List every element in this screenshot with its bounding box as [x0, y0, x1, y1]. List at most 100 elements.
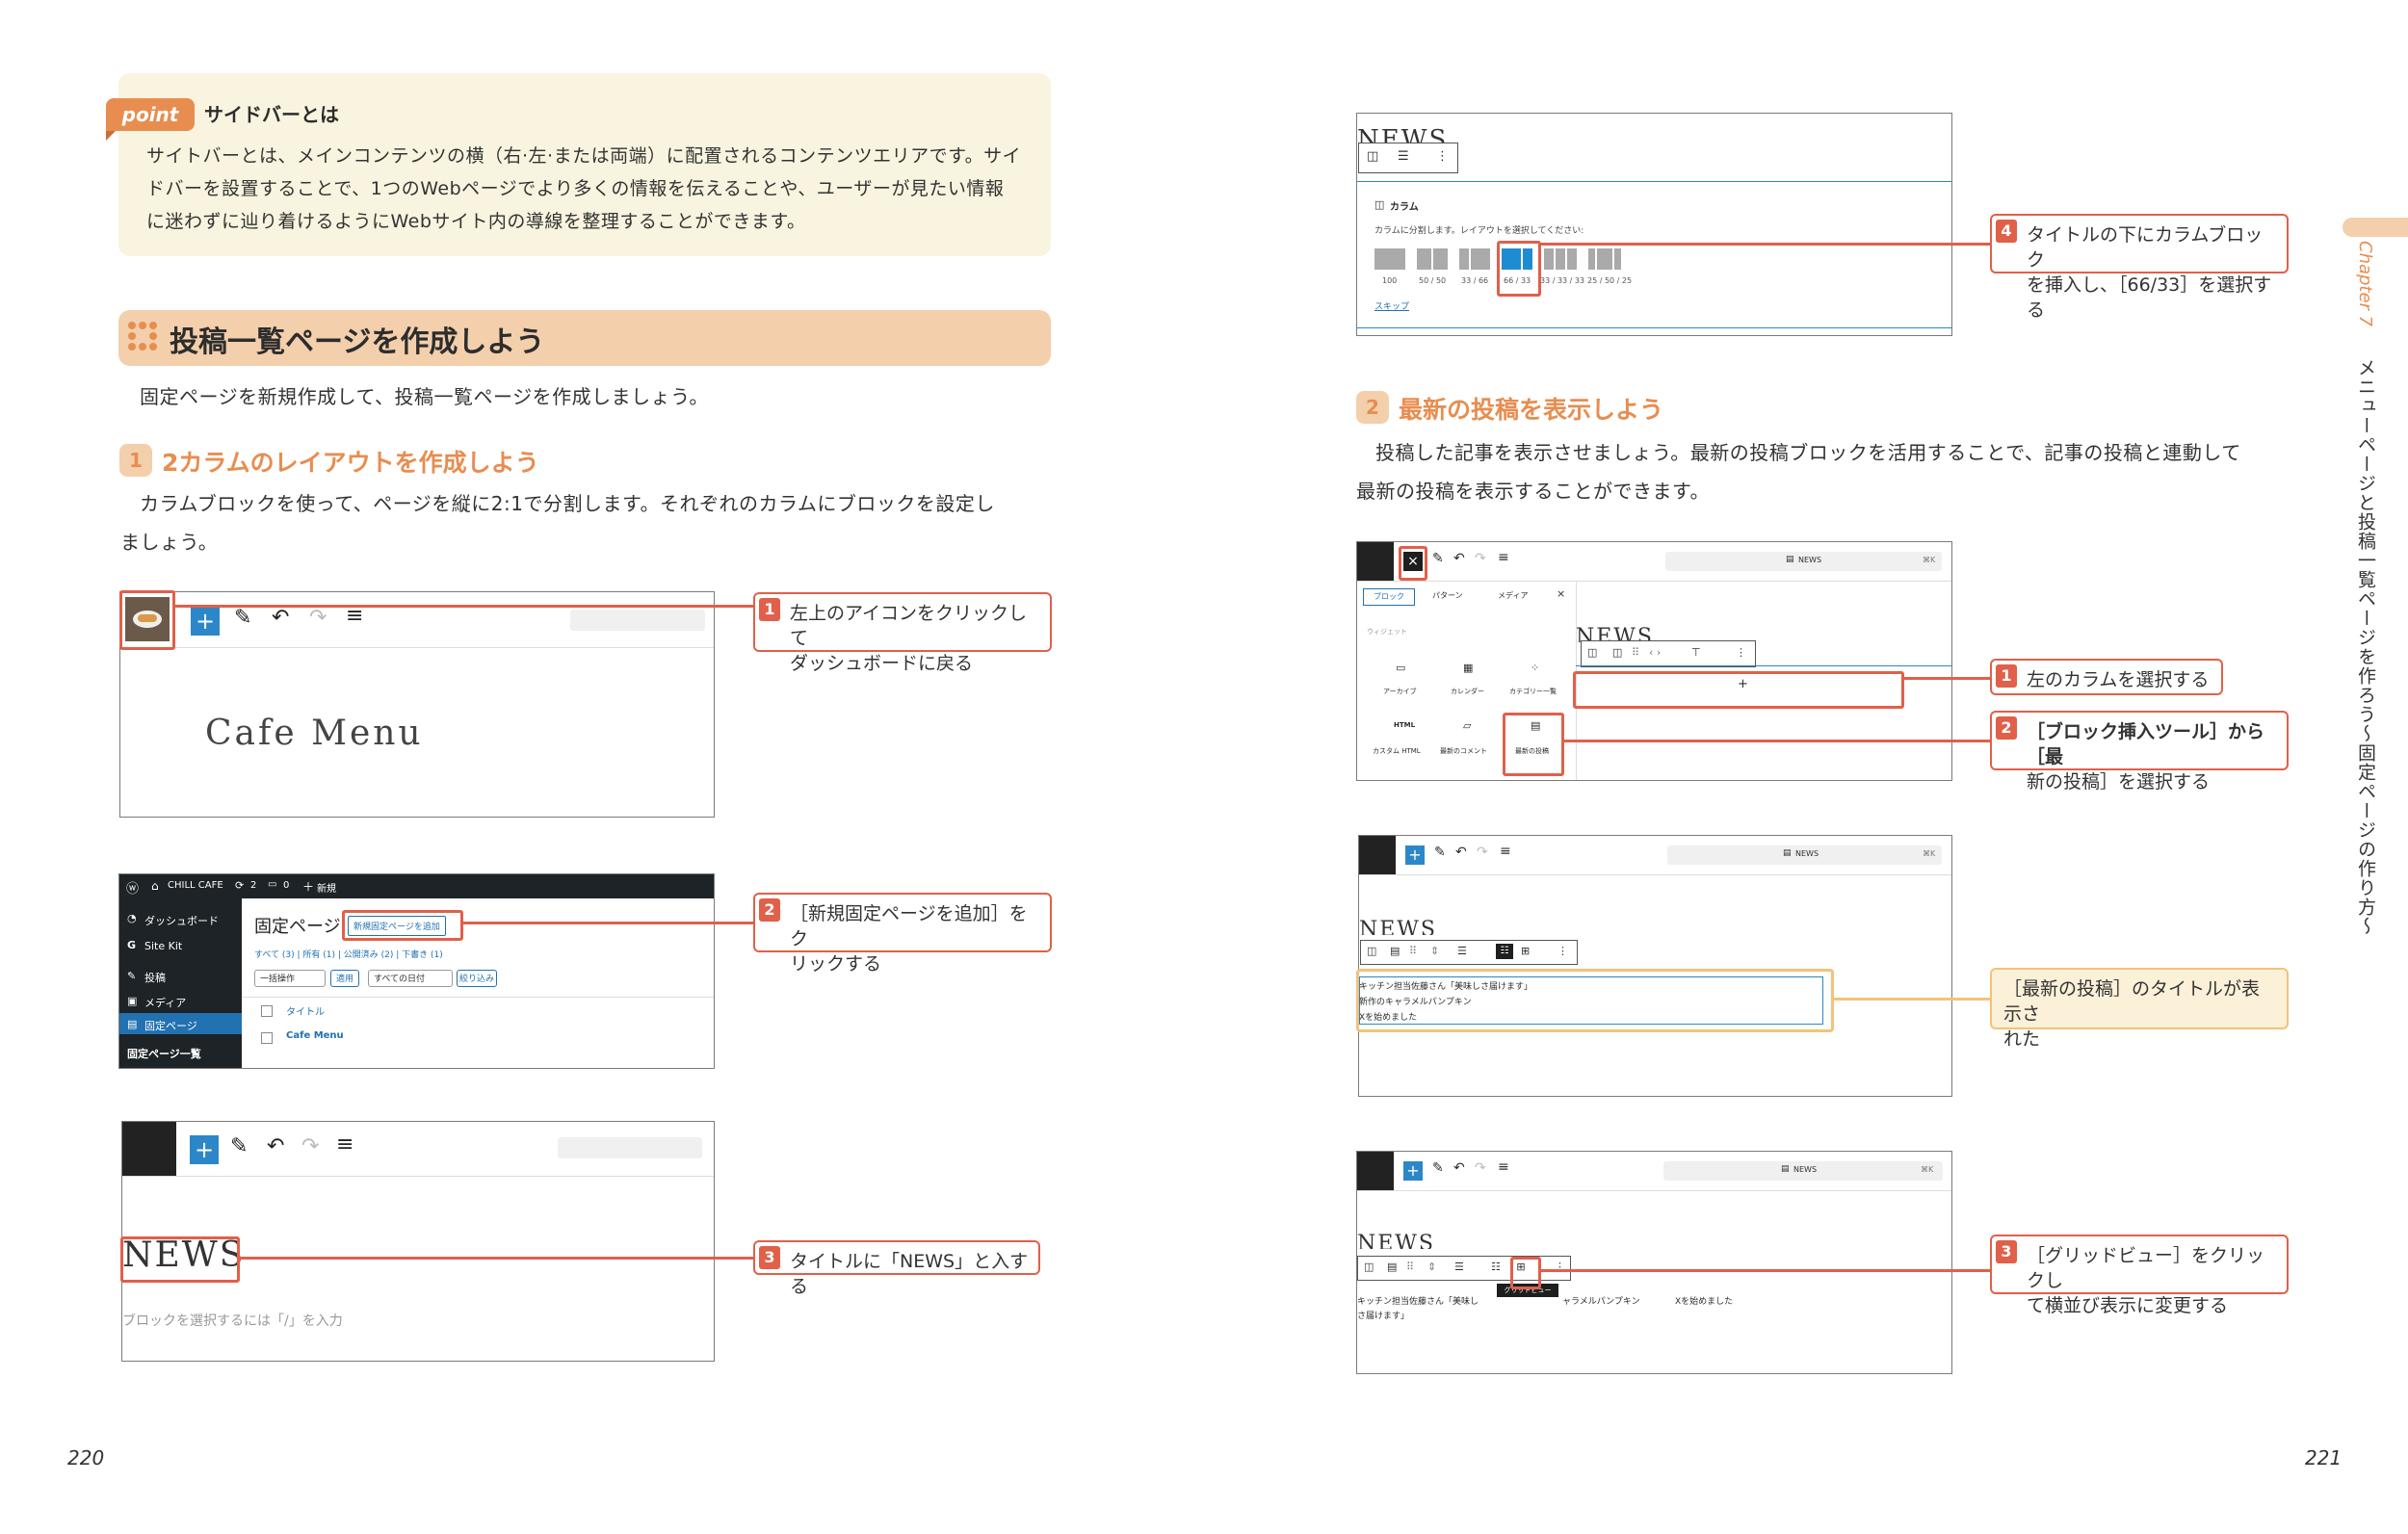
redo-icon[interactable]: ↷	[309, 606, 327, 630]
add-block-button[interactable]: +	[191, 607, 220, 636]
block-calendar[interactable]: カレンダー	[1451, 687, 1484, 696]
grid-post-item[interactable]: ャラメルパンプキン	[1562, 1294, 1640, 1307]
add-block-button[interactable]: +	[190, 1135, 219, 1164]
site-icon[interactable]	[122, 1122, 176, 1176]
pencil-icon[interactable]: ✎	[1432, 551, 1444, 566]
layout-33x3-c[interactable]	[1567, 248, 1577, 270]
add-block-button[interactable]: +	[1405, 845, 1425, 865]
document-bar[interactable]	[570, 610, 705, 631]
drag-icon[interactable]: ⠿	[1632, 646, 1639, 659]
redo-icon[interactable]: ↷	[1475, 1160, 1486, 1176]
list-view-button[interactable]: ☷	[1496, 944, 1513, 959]
filter-button[interactable]: 絞り込み	[457, 970, 497, 987]
layout-100[interactable]	[1374, 248, 1405, 270]
pencil-icon[interactable]: ✎	[1434, 845, 1446, 860]
document-bar[interactable]	[558, 1137, 702, 1158]
undo-icon[interactable]: ↶	[272, 606, 289, 630]
layout-33x3-a[interactable]	[1544, 248, 1554, 270]
bulk-actions-select[interactable]: 一括操作	[254, 970, 326, 987]
layout-25-50-25-b[interactable]	[1597, 248, 1612, 270]
document-title[interactable]: NEWS	[1795, 849, 1819, 858]
pencil-icon[interactable]: ✎	[1432, 1160, 1444, 1176]
page-title[interactable]: Cafe Menu	[205, 714, 424, 753]
skip-link[interactable]: スキップ	[1374, 299, 1409, 312]
updates-icon[interactable]: ⟳	[235, 879, 244, 892]
tab-media[interactable]: メディア	[1498, 590, 1528, 601]
menu-sitekit[interactable]: Site Kit	[144, 940, 182, 952]
plus-icon[interactable]: ＋	[302, 878, 314, 895]
list-view-icon[interactable]: ≡	[1500, 844, 1511, 859]
more-icon[interactable]: ⋮	[1436, 149, 1449, 164]
comment-count[interactable]: 2	[250, 880, 256, 891]
more-icon[interactable]: ⋮	[1557, 945, 1568, 957]
undo-icon[interactable]: ↶	[1453, 551, 1465, 566]
block-latest-comments[interactable]: 最新のコメント	[1440, 746, 1487, 756]
block-archive[interactable]: アーカイブ	[1383, 687, 1417, 696]
grid-post-item[interactable]: さ届けます」	[1357, 1309, 1409, 1321]
block-custom-html[interactable]: カスタム HTML	[1373, 746, 1421, 756]
home-icon[interactable]: ⌂	[151, 879, 159, 893]
list-view-icon[interactable]: ≡	[1498, 1159, 1509, 1175]
status-filters[interactable]: すべて (3) | 所有 (1) | 公開済み (2) | 下書き (1)	[254, 948, 443, 960]
update-count[interactable]: 0	[283, 880, 289, 891]
layout-50-50-a[interactable]	[1417, 248, 1431, 270]
column-title[interactable]: タイトル	[286, 1003, 325, 1018]
pencil-icon[interactable]: ✎	[230, 1134, 248, 1158]
menu-all-pages[interactable]: 固定ページ一覧	[127, 1046, 201, 1061]
align-top-icon[interactable]: ⊤	[1691, 646, 1701, 659]
layout-33-66-b[interactable]	[1471, 248, 1490, 270]
grid-post-item[interactable]: Xを始めました	[1675, 1294, 1733, 1307]
menu-dashboard[interactable]: ダッシュボード	[144, 913, 219, 928]
menu-pages[interactable]: 固定ページ	[144, 1018, 197, 1033]
align-icon[interactable]: ☰	[1454, 1261, 1464, 1273]
block-categories[interactable]: カテゴリー一覧	[1509, 687, 1557, 696]
layout-33x3-b[interactable]	[1556, 248, 1565, 270]
column-icon[interactable]: ◫	[1367, 945, 1376, 957]
latest-posts-icon[interactable]: ▤	[1390, 945, 1400, 957]
new-link[interactable]: 新規	[317, 880, 336, 895]
close-icon[interactable]: ×	[1557, 587, 1565, 600]
drag-icon[interactable]: ⠿	[1409, 945, 1417, 957]
site-name[interactable]: CHILL CAFE	[168, 880, 223, 891]
pencil-icon[interactable]: ✎	[234, 606, 251, 630]
column-icon[interactable]: ◫	[1364, 1261, 1374, 1273]
layout-50-50-b[interactable]	[1433, 248, 1448, 270]
layout-33-66-a[interactable]	[1459, 248, 1469, 270]
move-icon[interactable]: ‹ ›	[1649, 646, 1661, 659]
column-icon[interactable]: ◫	[1587, 646, 1597, 659]
latest-posts-icon[interactable]: ▤	[1387, 1261, 1397, 1273]
columns-icon[interactable]: ◫	[1367, 149, 1378, 164]
move-icon[interactable]: ⇕	[1427, 1261, 1436, 1273]
menu-posts[interactable]: 投稿	[144, 970, 166, 985]
align-icon[interactable]: ☰	[1398, 149, 1409, 164]
site-icon[interactable]	[1359, 836, 1396, 874]
comment-icon[interactable]: ▭	[268, 879, 276, 890]
redo-icon[interactable]: ↷	[1475, 551, 1486, 566]
grid-view-icon[interactable]: ⊞	[1521, 945, 1530, 957]
undo-icon[interactable]: ↶	[267, 1134, 284, 1158]
apply-button[interactable]: 適用	[330, 970, 359, 987]
wordpress-icon[interactable]: ⓦ	[126, 878, 139, 897]
grid-post-item[interactable]: キッチン担当佐藤さん「美味し	[1357, 1294, 1479, 1307]
drag-icon[interactable]: ⠿	[1406, 1261, 1414, 1273]
columns-icon[interactable]: ◫	[1612, 646, 1622, 659]
list-view-icon[interactable]: ≡	[1498, 550, 1509, 565]
tab-patterns[interactable]: パターン	[1432, 590, 1463, 601]
tab-blocks[interactable]: ブロック	[1363, 588, 1415, 606]
list-view-button[interactable]: ☷	[1491, 1261, 1501, 1273]
row-checkbox[interactable]	[261, 1032, 273, 1044]
row-title-link[interactable]: Cafe Menu	[286, 1030, 344, 1041]
block-placeholder[interactable]: ブロックを選択するには「/」を入力	[122, 1311, 343, 1330]
select-all-checkbox[interactable]	[261, 1005, 273, 1017]
move-icon[interactable]: ⇕	[1430, 945, 1439, 957]
site-icon[interactable]	[1357, 542, 1394, 581]
layout-25-50-25-c[interactable]	[1614, 248, 1621, 270]
align-icon[interactable]: ☰	[1457, 945, 1467, 957]
list-view-icon[interactable]: ≡	[336, 1132, 353, 1157]
layout-25-50-25-a[interactable]	[1588, 248, 1595, 270]
site-icon[interactable]	[1357, 1152, 1394, 1190]
redo-icon[interactable]: ↷	[1477, 845, 1488, 860]
undo-icon[interactable]: ↶	[1453, 1160, 1465, 1176]
date-filter-select[interactable]: すべての日付	[368, 970, 453, 987]
document-title[interactable]: NEWS	[1793, 1165, 1817, 1174]
